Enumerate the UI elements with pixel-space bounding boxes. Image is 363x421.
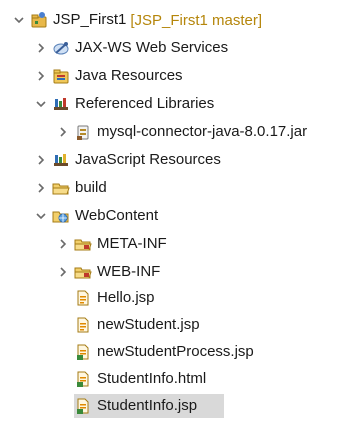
tree-node-label: newStudent.jsp (97, 316, 200, 333)
tree-node-label: JAX-WS Web Services (75, 39, 229, 56)
tree-node-label: Java Resources (75, 67, 183, 84)
tree-node-referenced-libraries[interactable]: Referenced Libraries (34, 92, 214, 116)
chevron-down-icon[interactable] (34, 97, 48, 111)
project-explorer-tree: JSP_First1 [JSP_First1 master] JAX-WS We… (0, 0, 363, 421)
tree-node-label: build (75, 179, 107, 196)
folder-icon (74, 263, 92, 281)
jsp-file-icon (74, 289, 92, 307)
chevron-right-icon[interactable] (34, 181, 48, 195)
tree-node-mysql-jar[interactable]: mysql-connector-java-8.0.17.jar (56, 120, 307, 144)
jar-icon (74, 123, 92, 141)
tree-node-project[interactable]: JSP_First1 [JSP_First1 master] (12, 8, 262, 32)
tree-node-webcontent[interactable]: WebContent (34, 204, 158, 228)
jsp-file-icon (74, 397, 92, 415)
git-branch-decoration: [JSP_First1 master] (130, 11, 263, 29)
tree-node-studentinfo-jsp[interactable]: StudentInfo.jsp (74, 394, 224, 418)
project-icon (30, 11, 48, 29)
library-icon (52, 95, 70, 113)
chevron-down-icon[interactable] (34, 209, 48, 223)
folder-icon (74, 235, 92, 253)
html-file-icon (74, 370, 92, 388)
tree-node-java-resources[interactable]: Java Resources (34, 64, 183, 88)
folder-icon (52, 179, 70, 197)
tree-node-label: newStudentProcess.jsp (97, 343, 254, 360)
tree-node-newstudentprocess-jsp[interactable]: newStudentProcess.jsp (74, 340, 254, 364)
tree-node-build[interactable]: build (34, 176, 107, 200)
tree-node-label: JavaScript Resources (75, 151, 221, 168)
chevron-right-icon[interactable] (56, 265, 70, 279)
tree-node-label: StudentInfo.jsp (97, 397, 198, 414)
tree-node-hello-jsp[interactable]: Hello.jsp (74, 286, 155, 310)
tree-node-meta-inf[interactable]: META-INF (56, 232, 167, 256)
tree-node-label: StudentInfo.html (97, 370, 207, 387)
tree-node-javascript-resources[interactable]: JavaScript Resources (34, 148, 221, 172)
tree-node-web-inf[interactable]: WEB-INF (56, 260, 160, 284)
tree-node-label: Hello.jsp (97, 289, 155, 306)
project-label: JSP_First1 (53, 11, 127, 28)
tree-node-newstudent-jsp[interactable]: newStudent.jsp (74, 313, 200, 337)
chevron-right-icon[interactable] (34, 69, 48, 83)
tree-node-jaxws[interactable]: JAX-WS Web Services (34, 36, 228, 60)
chevron-down-icon[interactable] (12, 13, 26, 27)
web-folder-icon (52, 207, 70, 225)
javascript-resources-icon (52, 151, 70, 169)
jsp-file-icon (74, 316, 92, 334)
tree-node-label: mysql-connector-java-8.0.17.jar (97, 123, 308, 140)
chevron-right-icon[interactable] (34, 41, 48, 55)
tree-node-label: META-INF (97, 235, 167, 252)
chevron-right-icon[interactable] (56, 125, 70, 139)
tree-node-studentinfo-html[interactable]: StudentInfo.html (74, 367, 206, 391)
tree-node-label: WebContent (75, 207, 159, 224)
tree-node-label: Referenced Libraries (75, 95, 215, 112)
java-resources-icon (52, 67, 70, 85)
tree-node-label: WEB-INF (97, 263, 161, 280)
chevron-right-icon[interactable] (56, 237, 70, 251)
jsp-file-icon (74, 343, 92, 361)
jaxws-services-icon (52, 39, 70, 57)
chevron-right-icon[interactable] (34, 153, 48, 167)
